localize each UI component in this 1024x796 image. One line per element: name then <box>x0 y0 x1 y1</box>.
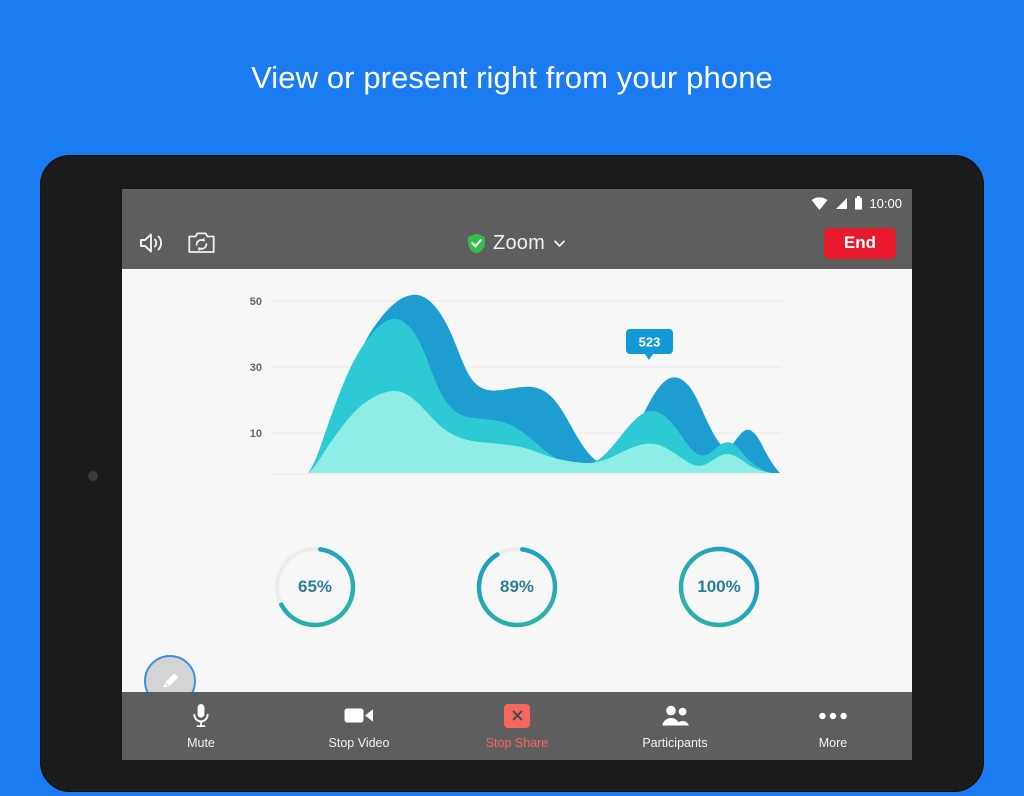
participants-icon <box>660 703 690 729</box>
donut-65: 65% <box>270 542 360 632</box>
toolbar-item-participants[interactable]: Participants <box>596 692 754 760</box>
switch-camera-icon[interactable] <box>188 231 215 255</box>
pencil-icon <box>163 673 179 688</box>
meeting-toolbar: Mute Stop Video Stop Share Participants … <box>122 692 912 760</box>
battery-icon <box>855 196 863 210</box>
toolbar-label-stop-share: Stop Share <box>485 735 549 750</box>
toolbar-label-participants: Participants <box>642 735 708 750</box>
chart-tooltip[interactable]: 523 <box>626 329 673 360</box>
speaker-icon[interactable] <box>138 231 166 255</box>
chart-y-axis-labels: 50 30 10 <box>250 296 262 440</box>
toolbar-item-stop-share[interactable]: Stop Share <box>438 692 596 760</box>
chart-tooltip-label: 523 <box>639 335 661 350</box>
chevron-down-icon[interactable] <box>552 236 567 251</box>
ytick-50: 50 <box>250 296 262 308</box>
toolbar-item-mute[interactable]: Mute <box>122 692 280 760</box>
close-x-icon <box>504 703 530 729</box>
front-camera-icon <box>88 471 98 481</box>
shared-content-area: 50 30 10 523 65% 89% 100% <box>122 269 912 719</box>
toolbar-item-more[interactable]: More <box>754 692 912 760</box>
area-chart-svg: 50 30 10 523 <box>250 294 782 475</box>
video-camera-icon <box>344 703 374 729</box>
app-header: Zoom End <box>122 217 912 269</box>
toolbar-label-more: More <box>818 735 848 750</box>
toolbar-item-stop-video[interactable]: Stop Video <box>280 692 438 760</box>
area-chart: 50 30 10 523 <box>122 269 912 509</box>
end-meeting-button[interactable]: End <box>823 228 896 259</box>
page-headline: View or present right from your phone <box>251 59 773 95</box>
ytick-30: 30 <box>250 362 262 374</box>
shield-check-icon <box>468 233 485 253</box>
ellipsis-icon <box>819 703 847 729</box>
donut-89: 89% <box>472 542 562 632</box>
wifi-icon <box>812 196 828 210</box>
ytick-10: 10 <box>250 428 262 440</box>
toolbar-label-stop-video: Stop Video <box>328 735 390 750</box>
donut-chart-row: 65% 89% 100% <box>122 517 912 657</box>
donut-100-label: 100% <box>697 577 741 596</box>
tablet-device-frame: 10:00 Zoom End 50 30 10 523 65% 89% 100%… <box>40 155 984 792</box>
donut-89-label: 89% <box>499 577 535 596</box>
meeting-title: Zoom <box>493 231 545 254</box>
donut-65-label: 65% <box>297 577 333 596</box>
status-clock: 10:00 <box>869 195 902 211</box>
donut-100: 100% <box>674 542 764 632</box>
toolbar-label-mute: Mute <box>187 735 215 750</box>
status-bar: 10:00 <box>122 189 912 217</box>
tablet-screen: 10:00 Zoom End 50 30 10 523 65% 89% 100%… <box>122 189 912 760</box>
microphone-icon <box>191 703 211 729</box>
cellular-signal-icon <box>836 197 848 209</box>
